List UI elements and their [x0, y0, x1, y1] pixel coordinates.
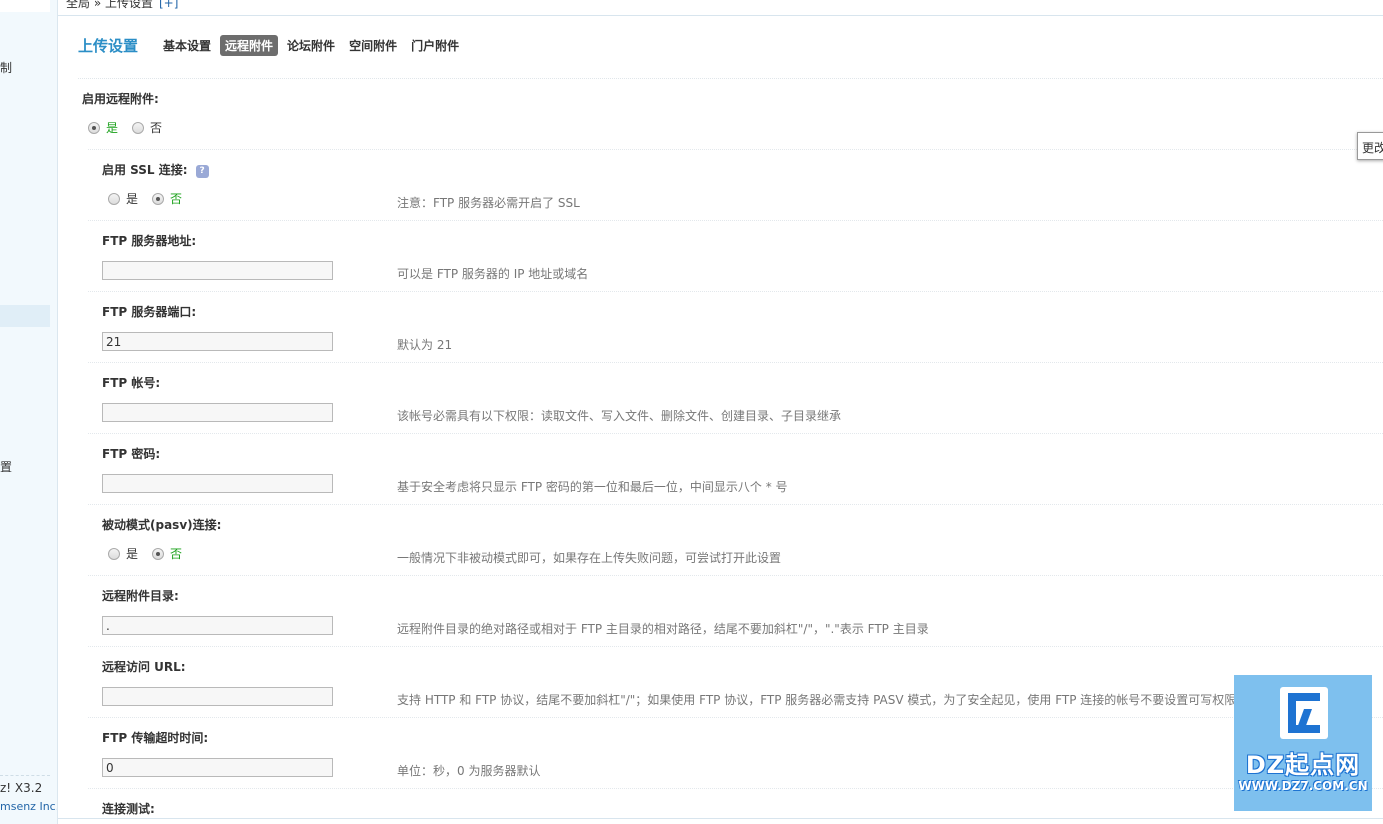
tab-remote[interactable]: 远程附件: [220, 34, 279, 56]
tab-forum[interactable]: 论坛附件: [282, 35, 340, 56]
ftp-pass-tip: 基于安全考虑将只显示 FTP 密码的第一位和最后一位，中间显示八个 * 号: [397, 480, 788, 494]
help-icon[interactable]: ?: [195, 165, 209, 178]
sidebar-item-partial[interactable]: 制: [0, 59, 12, 76]
main-content: 全局 » 上传设置 [+] 上传设置 基本设置 远程附件 论坛附件 空间附件 门户…: [58, 0, 1383, 824]
row-divider: [88, 362, 1383, 363]
divider: [78, 78, 1383, 79]
version-text: z! X3.2: [0, 781, 43, 795]
sidebar-divider: [0, 775, 50, 776]
watermark-name: DZ起点网: [1245, 751, 1361, 779]
page-title: 上传设置: [78, 36, 139, 55]
ssl-yes-radio[interactable]: [108, 192, 120, 205]
tab-bar: 上传设置 基本设置 远程附件 论坛附件 空间附件 门户附件: [78, 34, 468, 56]
ftp-user-input[interactable]: [102, 403, 333, 422]
row-divider: [88, 433, 1383, 434]
ftp-host-label: FTP 服务器地址:: [102, 234, 197, 248]
add-shortcut-link[interactable]: [+]: [159, 0, 178, 10]
pasv-no-radio[interactable]: [152, 547, 165, 560]
tab-space[interactable]: 空间附件: [344, 35, 402, 56]
change-button[interactable]: 更改: [1357, 132, 1383, 160]
pasv-tip: 一般情况下非被动模式即可，如果存在上传失败问题，可尝试打开此设置: [397, 551, 782, 565]
sidebar-item-active[interactable]: [0, 305, 50, 327]
timeout-label: FTP 传输超时时间:: [102, 731, 209, 745]
watermark-logo: DZ起点网 WWW.DZ7.COM.CN: [1234, 675, 1372, 811]
sidebar-header: [0, 0, 50, 12]
row-divider: [88, 149, 1383, 150]
ssl-label: 启用 SSL 连接:?: [102, 161, 209, 178]
remote-url-input[interactable]: [102, 687, 333, 706]
ssl-tip: 注意：FTP 服务器必需开启了 SSL: [397, 196, 580, 210]
remote-dir-input[interactable]: .: [102, 616, 333, 635]
remote-url-label: 远程访问 URL:: [102, 660, 186, 674]
radio-label[interactable]: 是: [126, 545, 138, 562]
row-divider: [88, 717, 1383, 718]
enable-remote-yes-radio[interactable]: [88, 121, 100, 134]
radio-label[interactable]: 否: [170, 190, 182, 207]
sidebar: 制 置 z! X3.2 msenz Inc.: [0, 0, 58, 824]
ftp-user-label: FTP 帐号:: [102, 376, 161, 390]
ftp-pass-input[interactable]: [102, 474, 333, 493]
enable-remote-no-radio[interactable]: [132, 121, 145, 134]
remote-url-tip: 支持 HTTP 和 FTP 协议，结尾不要加斜杠"/"；如果使用 FTP 协议，…: [397, 693, 1273, 707]
ftp-user-tip: 该帐号必需具有以下权限：读取文件、写入文件、删除文件、创建目录、子目录继承: [397, 409, 842, 423]
row-divider: [88, 220, 1383, 221]
ssl-label-text: 启用 SSL 连接:: [102, 163, 188, 177]
enable-remote-label: 启用远程附件:: [82, 92, 159, 106]
ftp-host-tip: 可以是 FTP 服务器的 IP 地址或域名: [397, 267, 589, 281]
timeout-input[interactable]: 0: [102, 758, 333, 777]
timeout-tip: 单位：秒，0 为服务器默认: [397, 764, 541, 778]
enable-remote-radios: 是 否: [88, 119, 176, 136]
divider: [58, 818, 1383, 819]
ftp-port-input[interactable]: 21: [102, 332, 333, 351]
row-divider: [88, 646, 1383, 647]
tab-basic[interactable]: 基本设置: [158, 35, 216, 56]
row-divider: [88, 291, 1383, 292]
row-divider: [88, 575, 1383, 576]
tab-portal[interactable]: 门户附件: [406, 35, 464, 56]
radio-label[interactable]: 否: [170, 545, 182, 562]
breadcrumb-text: 全局 » 上传设置: [66, 0, 153, 10]
pasv-label: 被动模式(pasv)连接:: [102, 518, 222, 532]
copyright-link[interactable]: msenz Inc.: [0, 800, 57, 813]
breadcrumb: 全局 » 上传设置 [+]: [66, 0, 178, 11]
sidebar-item-partial[interactable]: 置: [0, 458, 12, 475]
remote-dir-label: 远程附件目录:: [102, 589, 179, 603]
radio-label[interactable]: 否: [150, 119, 162, 136]
ssl-no-radio[interactable]: [152, 192, 165, 205]
lz-logo-icon: [1280, 687, 1328, 739]
ftp-port-tip: 默认为 21: [397, 338, 453, 352]
divider: [58, 15, 1383, 16]
radio-label[interactable]: 是: [126, 190, 138, 207]
test-label: 连接测试:: [102, 802, 155, 816]
ftp-host-input[interactable]: [102, 261, 333, 280]
row-divider: [88, 788, 1383, 789]
ssl-radios: 是 否: [108, 190, 196, 207]
remote-dir-tip: 远程附件目录的绝对路径或相对于 FTP 主目录的相对路径，结尾不要加斜杠"/"，…: [397, 622, 929, 636]
pasv-yes-radio[interactable]: [108, 547, 120, 560]
radio-label[interactable]: 是: [106, 119, 118, 136]
watermark-url: WWW.DZ7.COM.CN: [1238, 779, 1368, 793]
pasv-radios: 是 否: [108, 545, 196, 562]
ftp-port-label: FTP 服务器端口:: [102, 305, 197, 319]
row-divider: [88, 504, 1383, 505]
ftp-pass-label: FTP 密码:: [102, 447, 161, 461]
